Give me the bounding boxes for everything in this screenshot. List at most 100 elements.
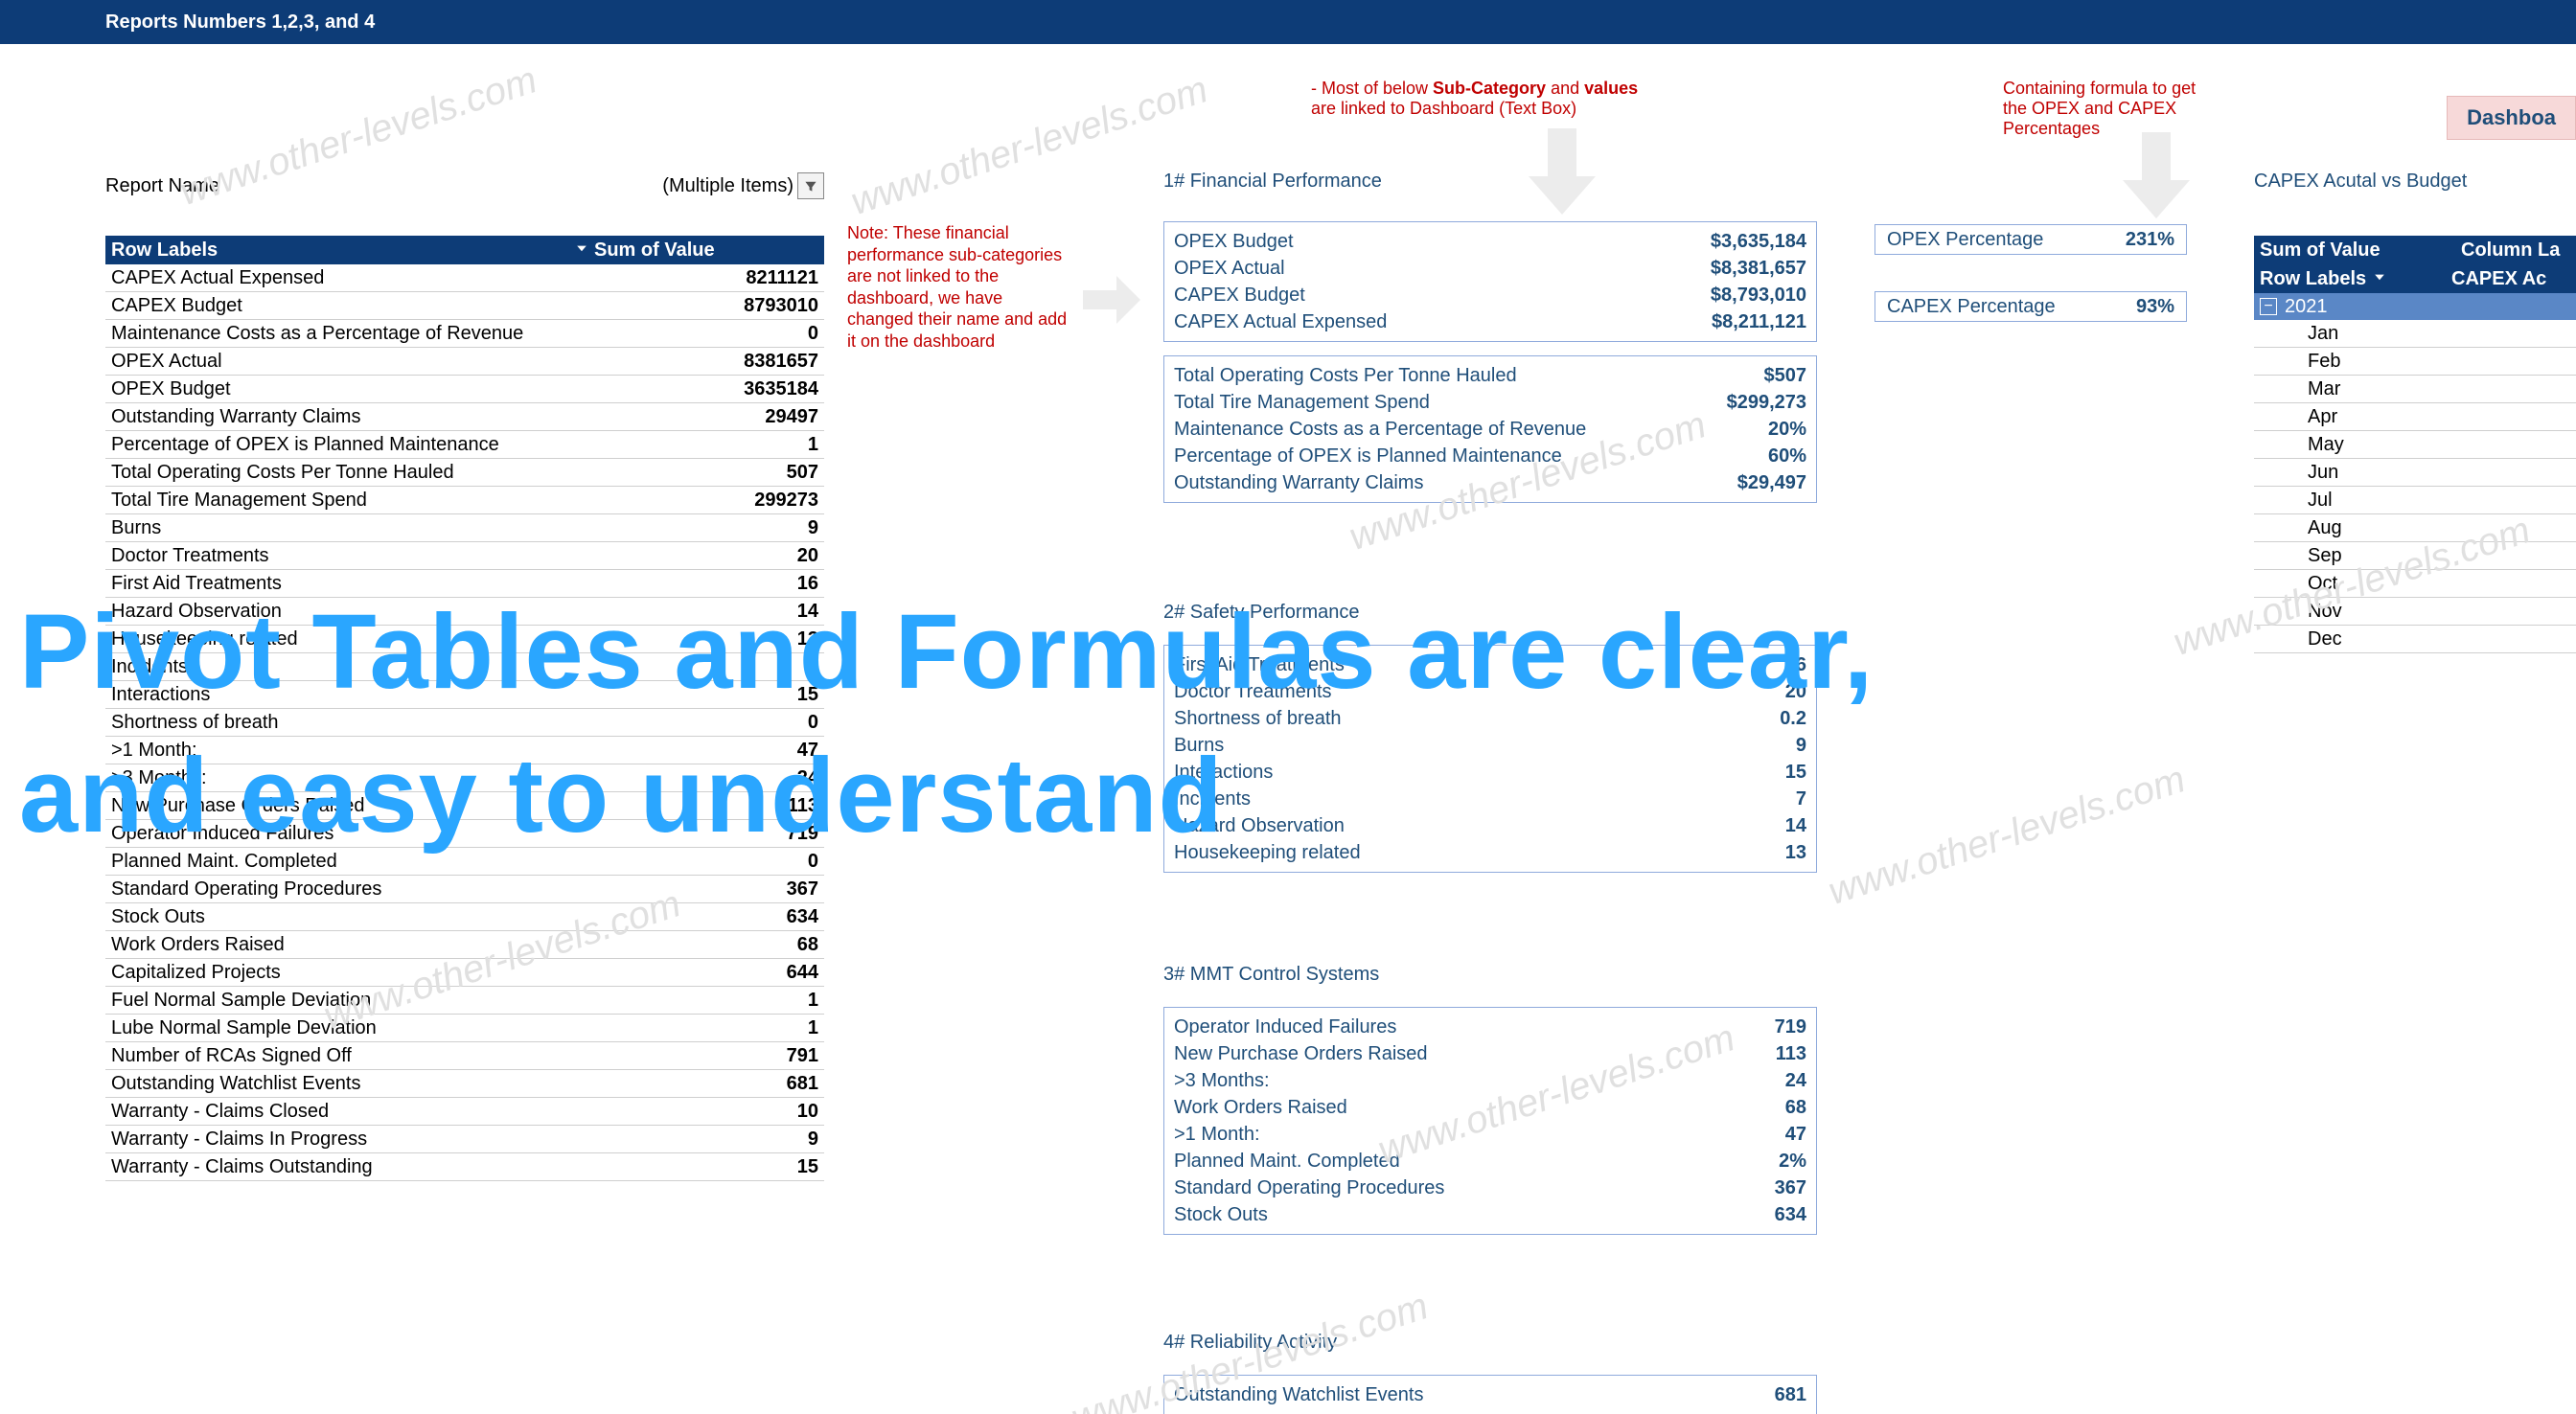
section-title: 1# Financial Performance [1163,171,1817,193]
pivot-row[interactable]: Incidents7 [105,653,824,681]
pivot-label: Total Operating Costs Per Tonne Hauled [105,459,703,486]
label: Outstanding Warranty Claims [1174,469,1663,496]
box-row: First Aid Treatments16 [1174,651,1806,678]
pivot-header-sum: Sum of Value [594,236,824,264]
text: are linked to Dashboard (Text Box) [1311,99,1576,118]
rp-month-row[interactable]: Jun [2254,459,2576,487]
pivot-label: Planned Maint. Completed [105,848,703,875]
report-name-filter: Report Name (Multiple Items) [105,171,824,201]
pivot-row[interactable]: First Aid Treatments16 [105,570,824,598]
box-row: Total Tire Management Spend$299,273 [1174,389,1806,416]
box-row: Housekeeping related13 [1174,839,1806,866]
pivot-row[interactable]: Capitalized Projects644 [105,959,824,987]
pivot-row[interactable]: Work Orders Raised68 [105,931,824,959]
pivot-label: Stock Outs [105,903,703,930]
pivot-row[interactable]: OPEX Budget3635184 [105,376,824,403]
pivot-row[interactable]: Number of RCAs Signed Off791 [105,1042,824,1070]
text: Containing formula to get [2003,79,2196,98]
pivot-row[interactable]: Housekeeping related13 [105,626,824,653]
box-row: Shortness of breath0.2 [1174,705,1806,732]
pivot-header-rowlabels: Row Labels [105,236,569,264]
text-bold: values [1584,79,1638,98]
pivot-label: Lube Normal Sample Deviation [105,1015,703,1041]
safety-box: First Aid Treatments16Doctor Treatments2… [1163,645,1817,873]
value: 0.2 [1663,705,1806,732]
box-row: >1 Month:47 [1174,1121,1806,1148]
pivot-label: >3 Months: [105,764,703,791]
pivot-row[interactable]: Warranty - Claims Outstanding15 [105,1153,824,1181]
rp-month-row[interactable]: Oct [2254,570,2576,598]
box-row: Incidents7 [1174,786,1806,812]
filter-dropdown-icon[interactable] [797,172,824,199]
text: are not linked to the [847,266,999,285]
text: Percentages [2003,119,2100,138]
box-row: Outstanding Watchlist Events681 [1174,1381,1806,1408]
rp-month-row[interactable]: Jul [2254,487,2576,514]
pivot-row[interactable]: >1 Month:47 [105,737,824,764]
pivot-row[interactable]: Maintenance Costs as a Percentage of Rev… [105,320,824,348]
right-pivot: Sum of Value Column La Row Labels CAPEX … [2254,236,2576,653]
pivot-row[interactable]: Warranty - Claims Closed10 [105,1098,824,1126]
pivot-row[interactable]: Outstanding Warranty Claims29497 [105,403,824,431]
pivot-row[interactable]: Total Operating Costs Per Tonne Hauled50… [105,459,824,487]
pivot-row[interactable]: Standard Operating Procedures367 [105,876,824,903]
pivot-label: Housekeeping related [105,626,703,652]
rp-month-row[interactable]: Nov [2254,598,2576,626]
value: 719 [1663,1014,1806,1040]
rp-month-row[interactable]: Dec [2254,626,2576,653]
label: Shortness of breath [1174,705,1663,732]
rp-month-row[interactable]: May [2254,431,2576,459]
pivot-row[interactable]: Lube Normal Sample Deviation1 [105,1015,824,1042]
section-safety: 2# Safety Performance First Aid Treatmen… [1163,602,1817,886]
rp-year-row[interactable]: − 2021 [2254,293,2576,320]
collapse-icon[interactable]: − [2260,298,2277,315]
box-row: OPEX Budget$3,635,184 [1174,228,1806,255]
label: CAPEX Percentage [1887,292,2136,321]
pivot-row[interactable]: New Purchase Orders Raised113 [105,792,824,820]
financial-box-1: OPEX Budget$3,635,184OPEX Actual$8,381,6… [1163,221,1817,342]
rp-month-row[interactable]: Aug [2254,514,2576,542]
value: $3,635,184 [1663,228,1806,255]
note-box: Note: These financial performance sub-ca… [847,222,1163,352]
pivot-row[interactable]: Shortness of breath0 [105,709,824,737]
pivot-row[interactable]: OPEX Actual8381657 [105,348,824,376]
pivot-row[interactable]: Operator Induced Failures719 [105,820,824,848]
pivot-row[interactable]: Hazard Observation14 [105,598,824,626]
pivot-row[interactable]: Interactions15 [105,681,824,709]
pivot-dropdown-icon[interactable] [569,236,594,264]
pivot-row[interactable]: CAPEX Budget8793010 [105,292,824,320]
pivot-row[interactable]: >3 Months:24 [105,764,824,792]
pivot-label: Fuel Normal Sample Deviation [105,987,703,1014]
pivot-row[interactable]: Planned Maint. Completed0 [105,848,824,876]
pivot-row[interactable]: Total Tire Management Spend299273 [105,487,824,514]
pivot-value: 507 [703,459,824,486]
rp-month-row[interactable]: Jan [2254,320,2576,348]
pivot-row[interactable]: Outstanding Watchlist Events681 [105,1070,824,1098]
pivot-value: 24 [703,764,824,791]
financial-box-2: Total Operating Costs Per Tonne Hauled$5… [1163,355,1817,503]
box-row: Burns9 [1174,732,1806,759]
pivot-value: 15 [703,1153,824,1180]
pivot-row[interactable]: Doctor Treatments20 [105,542,824,570]
box-row: CAPEX Budget$8,793,010 [1174,282,1806,308]
value: 16 [1663,651,1806,678]
opex-percentage-cell: OPEX Percentage 231% [1874,224,2187,255]
rp-month-row[interactable]: Feb [2254,348,2576,376]
pivot-row[interactable]: Percentage of OPEX is Planned Maintenanc… [105,431,824,459]
dropdown-icon[interactable] [2372,264,2387,293]
watermark: www.other-levels.com [846,68,1213,224]
pivot-row[interactable]: Warranty - Claims In Progress9 [105,1126,824,1153]
pivot-label: Capitalized Projects [105,959,703,986]
pivot-label: CAPEX Budget [105,292,703,319]
filter-label: Report Name [105,175,662,197]
rp-month-row[interactable]: Mar [2254,376,2576,403]
label: Work Orders Raised [1174,1094,1663,1121]
pivot-label: Outstanding Watchlist Events [105,1070,703,1097]
pivot-row[interactable]: Fuel Normal Sample Deviation1 [105,987,824,1015]
dashboard-button[interactable]: Dashboa [2447,96,2576,140]
pivot-row[interactable]: Burns9 [105,514,824,542]
pivot-row[interactable]: Stock Outs634 [105,903,824,931]
rp-month-row[interactable]: Sep [2254,542,2576,570]
pivot-row[interactable]: CAPEX Actual Expensed8211121 [105,264,824,292]
rp-month-row[interactable]: Apr [2254,403,2576,431]
